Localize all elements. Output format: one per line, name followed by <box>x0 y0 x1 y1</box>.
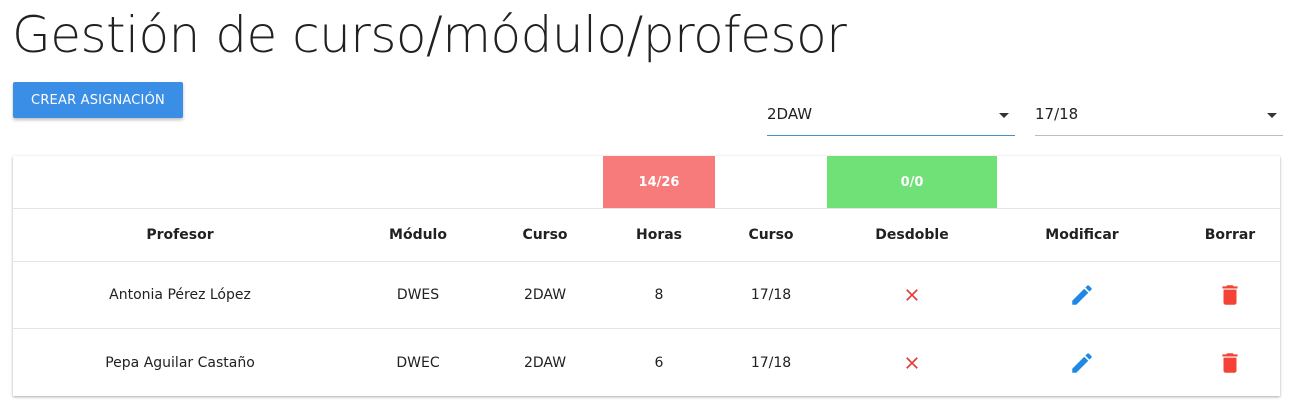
column-header-desdoble: Desdoble <box>875 227 949 243</box>
column-header-borrar: Borrar <box>1204 227 1256 243</box>
chevron-down-icon <box>1267 113 1277 118</box>
column-header-profesor[interactable]: Profesor <box>130 209 230 261</box>
close-icon <box>906 289 918 301</box>
close-icon <box>906 356 918 369</box>
cell-modulo: DWES <box>396 287 440 303</box>
delete-button[interactable] <box>1180 262 1280 328</box>
column-header-horas[interactable]: Horas <box>609 209 709 261</box>
cell-modulo: DWEC <box>396 354 440 371</box>
cell-profesor: Antonia Pérez López <box>109 287 251 303</box>
assignments-table: 14/26 0/0 Profesor Módulo Curso Horas Cu… <box>13 156 1280 396</box>
select-underline <box>767 135 1015 136</box>
cell-horas: 8 <box>654 287 664 303</box>
pencil-icon <box>1072 285 1092 305</box>
cell-anio: 17/18 <box>750 287 792 303</box>
hours-summary-badge: 14/26 <box>603 156 715 208</box>
cell-profesor: Pepa Aguilar Castaño <box>105 354 255 371</box>
create-assignment-button[interactable]: CREAR ASIGNACIÓN <box>13 82 183 118</box>
trash-icon <box>1222 285 1238 305</box>
delete-button[interactable] <box>1180 329 1280 396</box>
column-header-modificar: Modificar <box>1045 227 1119 243</box>
split-summary-badge: 0/0 <box>827 156 997 208</box>
cell-desdoble <box>862 262 962 328</box>
chevron-down-icon <box>999 113 1009 118</box>
trash-icon <box>1222 352 1238 373</box>
pencil-icon <box>1072 352 1092 373</box>
cell-anio: 17/18 <box>750 354 792 371</box>
course-select[interactable]: 2DAW <box>767 96 1015 136</box>
cell-curso: 2DAW <box>523 354 567 371</box>
page-title: Gestión de curso/módulo/profesor <box>12 6 847 64</box>
cell-curso: 2DAW <box>523 287 567 303</box>
table-row: Antonia Pérez López DWES 2DAW 8 17/18 <box>13 262 1280 329</box>
summary-row: 14/26 0/0 <box>13 156 1280 209</box>
column-header-curso-anio[interactable]: Curso <box>721 209 821 261</box>
table-header: Profesor Módulo Curso Horas Curso Desdob… <box>13 209 1280 262</box>
year-select-value: 17/18 <box>1035 105 1079 123</box>
select-underline <box>1035 135 1283 136</box>
cell-horas: 6 <box>654 354 664 371</box>
edit-button[interactable] <box>1032 329 1132 396</box>
course-select-value: 2DAW <box>767 105 813 123</box>
column-header-modulo[interactable]: Módulo <box>368 209 468 261</box>
cell-desdoble <box>862 329 962 396</box>
column-header-curso[interactable]: Curso <box>495 209 595 261</box>
year-select[interactable]: 17/18 <box>1035 96 1283 136</box>
edit-button[interactable] <box>1032 262 1132 328</box>
table-row: Pepa Aguilar Castaño DWEC 2DAW 6 17/18 <box>13 329 1280 396</box>
